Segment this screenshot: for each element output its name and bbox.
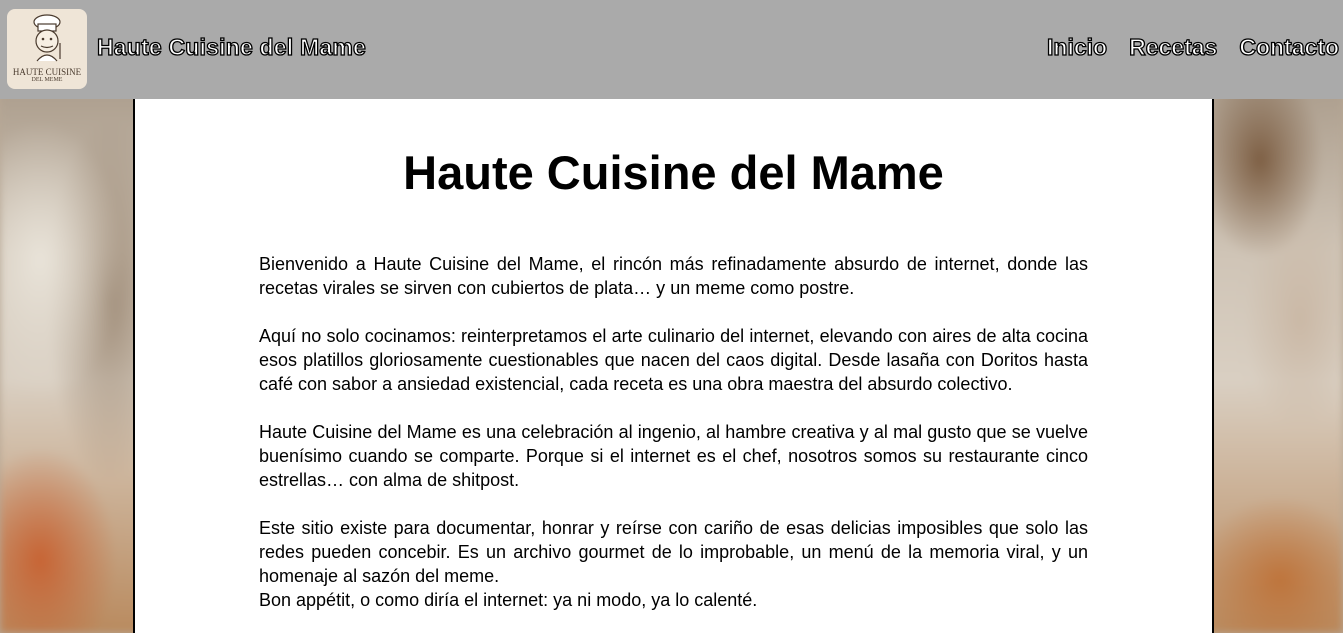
chef-meme-icon	[33, 14, 61, 62]
main-nav: Inicio Recetas Contacto	[1046, 33, 1340, 61]
nav-link-inicio[interactable]: Inicio	[1046, 33, 1107, 61]
paragraph-welcome: Bienvenido a Haute Cuisine del Mame, el …	[259, 254, 1088, 298]
logo-text: HAUTE CUISINE	[12, 67, 82, 77]
paragraph-about: Aquí no solo cocinamos: reinterpretamos …	[259, 326, 1088, 394]
page-title: Haute Cuisine del Mame	[403, 146, 944, 199]
site-logo[interactable]: HAUTE CUISINE DEL MEME	[7, 9, 87, 89]
site-header: HAUTE CUISINE DEL MEME Haute Cuisine del…	[0, 0, 1343, 99]
intro-text: Bienvenido a Haute Cuisine del Mame, el …	[259, 252, 1088, 633]
nav-link-recetas[interactable]: Recetas	[1128, 33, 1218, 61]
site-title[interactable]: Haute Cuisine del Mame	[96, 33, 366, 61]
nav-link-contacto[interactable]: Contacto	[1239, 33, 1340, 61]
paragraph-closing: Bon appétit, o como diría el internet: y…	[259, 590, 758, 610]
paragraph-celebration: Haute Cuisine del Mame es una celebració…	[259, 422, 1088, 490]
paragraph-purpose: Este sitio existe para documentar, honra…	[259, 518, 1088, 586]
logo-subtext: DEL MEME	[31, 77, 63, 83]
main-content: Haute Cuisine del Mame Bienvenido a Haut…	[133, 99, 1214, 633]
